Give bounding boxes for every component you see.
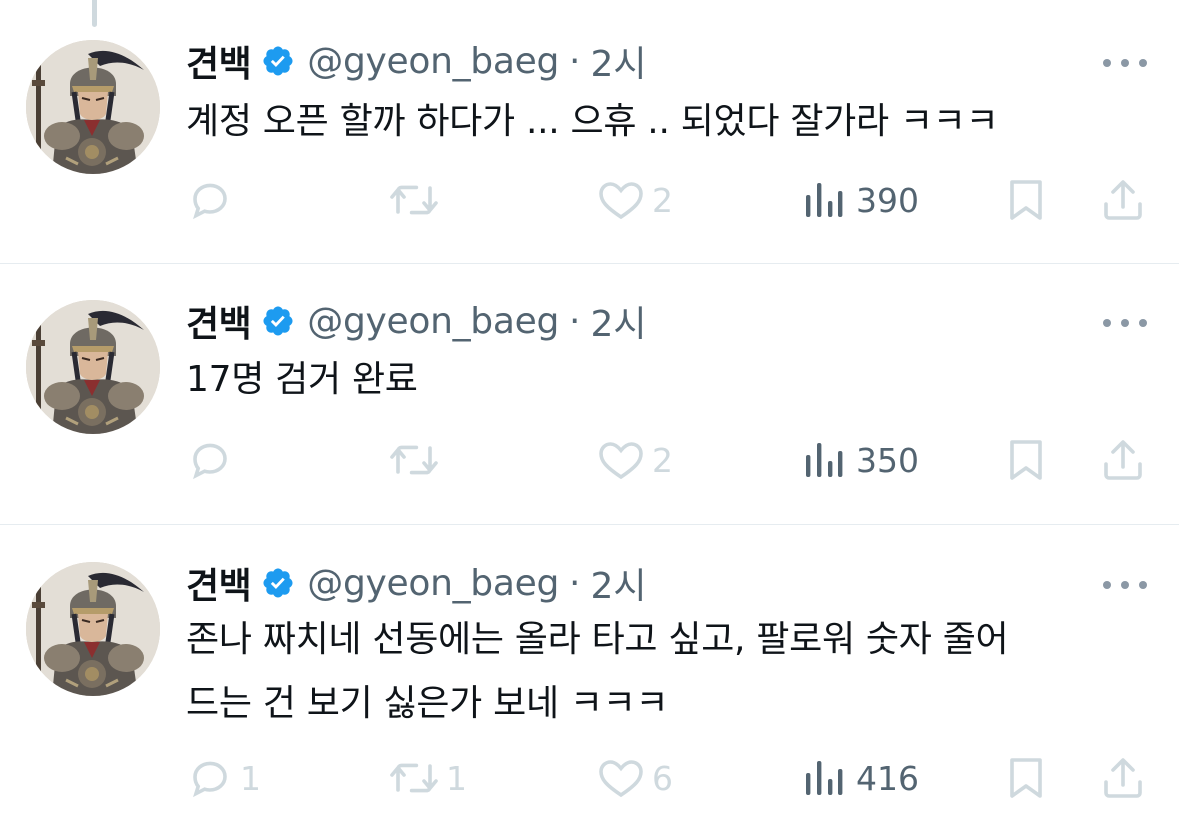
author-name[interactable]: 견백 bbox=[186, 557, 252, 609]
retweet-button[interactable] bbox=[388, 435, 446, 485]
separator-dot: · bbox=[569, 40, 581, 82]
retweet-button[interactable] bbox=[388, 175, 446, 225]
like-button[interactable]: 2 bbox=[596, 435, 673, 485]
avatar[interactable] bbox=[26, 300, 160, 434]
more-dots-icon[interactable] bbox=[1103, 316, 1147, 330]
thread-connector-line bbox=[92, 0, 97, 27]
avatar[interactable] bbox=[26, 40, 160, 174]
reply-button[interactable] bbox=[186, 175, 240, 225]
avatar-warrior-image bbox=[26, 300, 160, 434]
avatar-warrior-image bbox=[26, 40, 160, 174]
reply-icon bbox=[193, 761, 227, 798]
tweet-text: 존나 짜치네 선동에는 올라 타고 싶고, 팔로워 숫자 줄어드는 건 보기 싫… bbox=[186, 608, 1156, 736]
views-button[interactable]: 416 bbox=[804, 753, 919, 803]
views-bar-chart-icon bbox=[806, 183, 843, 217]
verified-badge-icon bbox=[263, 46, 293, 76]
bookmark-icon bbox=[1010, 758, 1042, 798]
verified-badge-icon bbox=[263, 568, 293, 598]
author-handle[interactable]: @gyeon_baeg bbox=[307, 563, 559, 604]
bookmark-button[interactable] bbox=[1008, 175, 1044, 225]
views-button[interactable]: 390 bbox=[804, 175, 919, 225]
tweet-header: 견백 @gyeon_baeg · 2시 bbox=[186, 558, 647, 608]
tweet-text-line: 드는 건 보기 싫은가 보네 ㅋㅋㅋ bbox=[186, 683, 669, 724]
views-bar-chart-icon bbox=[806, 761, 843, 795]
retweet-button[interactable]: 1 bbox=[388, 753, 467, 803]
tweet-divider bbox=[0, 263, 1179, 264]
separator-dot: · bbox=[569, 562, 581, 604]
reply-count: 1 bbox=[240, 758, 261, 798]
tweet-text-line: 존나 짜치네 선동에는 올라 타고 싶고, 팔로워 숫자 줄어 bbox=[186, 619, 1009, 660]
tweet-time[interactable]: 2시 bbox=[590, 557, 646, 609]
verified-badge-icon bbox=[263, 306, 293, 336]
views-button[interactable]: 350 bbox=[804, 435, 919, 485]
avatar-warrior-image bbox=[26, 562, 160, 696]
views-bar-chart-icon bbox=[806, 443, 843, 477]
like-count: 2 bbox=[652, 180, 673, 220]
views-count: 350 bbox=[856, 440, 919, 480]
author-name[interactable]: 견백 bbox=[186, 35, 252, 87]
retweet-icon bbox=[390, 185, 438, 215]
tweet-time[interactable]: 2시 bbox=[590, 295, 646, 347]
author-handle[interactable]: @gyeon_baeg bbox=[307, 301, 559, 342]
heart-icon bbox=[599, 442, 643, 480]
reply-icon bbox=[193, 183, 227, 220]
tweet-header: 견백 @gyeon_baeg · 2시 bbox=[186, 296, 647, 346]
retweet-icon bbox=[390, 445, 438, 475]
tweet-text: 계정 오픈 할까 하다가 ... 으휴 .. 되었다 잘가라 ㅋㅋㅋ bbox=[186, 90, 1156, 154]
heart-icon bbox=[599, 182, 643, 220]
heart-icon bbox=[599, 760, 643, 798]
author-handle[interactable]: @gyeon_baeg bbox=[307, 41, 559, 82]
reply-button[interactable] bbox=[186, 435, 240, 485]
bookmark-button[interactable] bbox=[1008, 753, 1044, 803]
share-button[interactable] bbox=[1102, 435, 1144, 485]
tweet-text-line: 17명 검거 완료 bbox=[186, 359, 418, 400]
views-count: 416 bbox=[856, 758, 919, 798]
share-icon bbox=[1104, 180, 1142, 220]
bookmark-button[interactable] bbox=[1008, 435, 1044, 485]
like-button[interactable]: 2 bbox=[596, 175, 673, 225]
tweet-header: 견백 @gyeon_baeg · 2시 bbox=[186, 36, 647, 86]
bookmark-icon bbox=[1010, 440, 1042, 480]
like-count: 2 bbox=[652, 440, 673, 480]
tweet-text-line: 계정 오픈 할까 하다가 ... 으휴 .. 되었다 잘가라 ㅋㅋㅋ bbox=[186, 101, 999, 142]
tweet-text: 17명 검거 완료 bbox=[186, 348, 1156, 412]
tweet-divider bbox=[0, 524, 1179, 525]
more-dots-icon[interactable] bbox=[1103, 578, 1147, 592]
share-button[interactable] bbox=[1102, 753, 1144, 803]
share-icon bbox=[1104, 440, 1142, 480]
bookmark-icon bbox=[1010, 180, 1042, 220]
avatar[interactable] bbox=[26, 562, 160, 696]
author-name[interactable]: 견백 bbox=[186, 295, 252, 347]
retweet-count: 1 bbox=[446, 758, 467, 798]
tweet-time[interactable]: 2시 bbox=[590, 35, 646, 87]
like-count: 6 bbox=[652, 758, 673, 798]
reply-button[interactable]: 1 bbox=[186, 753, 261, 803]
share-icon bbox=[1104, 758, 1142, 798]
views-count: 390 bbox=[856, 180, 919, 220]
more-dots-icon[interactable] bbox=[1103, 56, 1147, 70]
retweet-icon bbox=[390, 763, 438, 793]
separator-dot: · bbox=[569, 300, 581, 342]
share-button[interactable] bbox=[1102, 175, 1144, 225]
reply-icon bbox=[193, 443, 227, 480]
like-button[interactable]: 6 bbox=[596, 753, 673, 803]
